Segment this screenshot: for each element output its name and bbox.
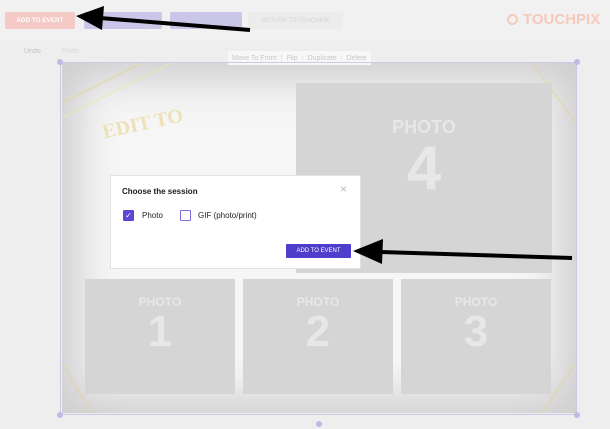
element-toolbar: Move To Front | Flip | Duplicate | Delet…	[228, 51, 371, 65]
add-to-event-confirm-button[interactable]: ADD TO EVENT	[286, 244, 351, 258]
resize-handle[interactable]	[57, 59, 63, 65]
photo-checkbox[interactable]: ✓	[123, 210, 134, 221]
touchpix-logo: TOUCHPIX	[507, 11, 600, 28]
toolbar-button-2[interactable]	[170, 12, 242, 29]
logo-ring-icon	[507, 14, 518, 25]
redo-button[interactable]: Redo	[62, 48, 79, 55]
choose-session-dialog: Choose the session × ✓ Photo GIF (photo/…	[110, 175, 361, 269]
undo-button[interactable]: Undo	[24, 48, 41, 55]
flip-button[interactable]: Flip	[286, 55, 297, 62]
return-to-touchpix-button[interactable]: RETURN TO TOUCHPIX	[248, 12, 343, 29]
photo-checkbox-label: Photo	[142, 211, 163, 220]
divider: |	[340, 54, 343, 62]
top-bar: ADD TO EVENT RETURN TO TOUCHPIX TOUCHPIX	[0, 0, 610, 40]
photo-slot-number: 1	[147, 307, 173, 356]
divider: |	[301, 54, 304, 62]
checkmark-icon: ✓	[125, 211, 132, 220]
photo-slot-number: 2	[305, 307, 331, 356]
gif-checkbox-label: GIF (photo/print)	[198, 211, 257, 220]
gif-checkbox[interactable]	[180, 210, 191, 221]
resize-handle[interactable]	[57, 412, 63, 418]
resize-handle[interactable]	[574, 59, 580, 65]
photo-slot-1[interactable]: PHOTO 1	[85, 279, 235, 394]
photo-slot-2[interactable]: PHOTO 2	[243, 279, 393, 394]
divider: |	[280, 54, 283, 62]
photo-slot-3[interactable]: PHOTO 3	[401, 279, 551, 394]
rotate-handle[interactable]	[316, 421, 322, 427]
add-to-event-button[interactable]: ADD TO EVENT	[5, 12, 75, 29]
move-to-front-button[interactable]: Move To Front	[232, 55, 277, 62]
close-icon[interactable]: ×	[340, 183, 347, 195]
dialog-title: Choose the session	[122, 187, 198, 196]
toolbar-button-1[interactable]	[84, 12, 162, 29]
duplicate-button[interactable]: Duplicate	[308, 55, 337, 62]
photo-slot-number: 3	[463, 307, 489, 356]
delete-button[interactable]: Delete	[347, 55, 367, 62]
logo-text: TOUCHPIX	[523, 11, 601, 28]
resize-handle[interactable]	[574, 412, 580, 418]
